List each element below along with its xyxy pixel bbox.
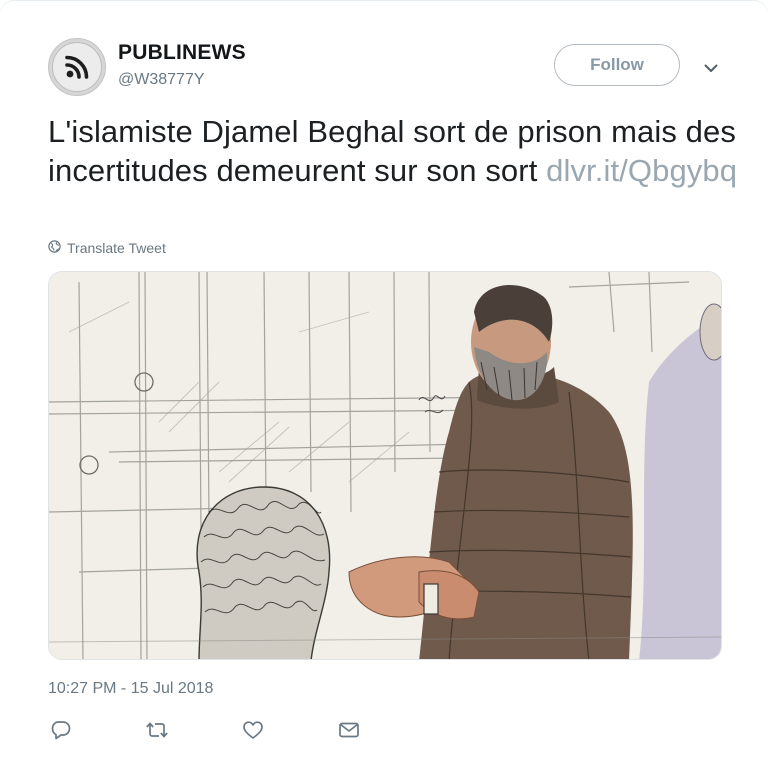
reply-icon[interactable] xyxy=(48,718,74,742)
avatar[interactable] xyxy=(48,38,106,96)
heart-icon[interactable] xyxy=(240,718,266,742)
account-handle[interactable]: @W38777Y xyxy=(118,71,205,89)
translate-tweet[interactable]: Translate Tweet xyxy=(48,240,166,256)
tweet-text: L'islamiste Djamel Beghal sort de prison… xyxy=(48,113,738,190)
envelope-icon[interactable] xyxy=(336,718,362,742)
retweet-icon[interactable] xyxy=(144,718,170,742)
courtroom-sketch xyxy=(49,272,721,659)
tweet-card: PUBLINEWS @W38777Y Follow L'islamiste Dj… xyxy=(0,0,768,774)
account-name[interactable]: PUBLINEWS xyxy=(118,41,246,65)
globe-icon xyxy=(48,240,61,256)
tweet-timestamp[interactable]: 10:27 PM - 15 Jul 2018 xyxy=(48,680,213,698)
tweet-image[interactable] xyxy=(48,271,722,660)
follow-button[interactable]: Follow xyxy=(554,44,680,86)
chevron-down-icon[interactable] xyxy=(700,58,722,78)
tweet-link[interactable]: dlvr.it/Qbgybq xyxy=(546,153,737,188)
rss-icon xyxy=(52,42,102,92)
translate-label: Translate Tweet xyxy=(67,240,166,256)
